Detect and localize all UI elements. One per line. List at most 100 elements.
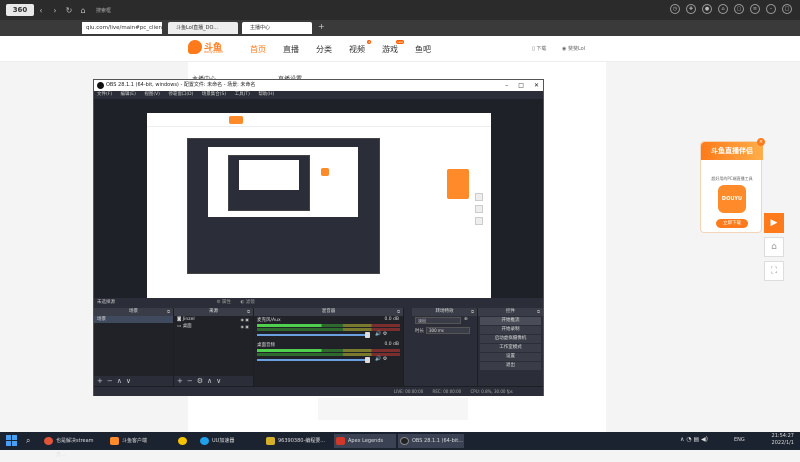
speaker-icon[interactable]: 🔊 <box>375 331 381 337</box>
promo-download-button[interactable]: 立即下载 <box>716 219 748 228</box>
nav-home[interactable]: 首页 <box>250 44 266 55</box>
slider-knob[interactable] <box>365 332 370 338</box>
add-source-icon[interactable]: + <box>177 377 187 385</box>
slider-knob[interactable] <box>365 357 370 363</box>
back-icon[interactable]: ‹ <box>34 6 48 15</box>
tray-icons[interactable]: ∧ ◔ ▤ ◀) <box>680 436 708 443</box>
transition-type-select[interactable]: 淡出 <box>415 317 461 324</box>
taskbar-item-douyu[interactable]: 斗鱼客户端 <box>108 434 168 448</box>
settings-button[interactable]: 设置 <box>480 353 541 361</box>
lock-icon[interactable]: ▣ <box>245 324 249 329</box>
clock[interactable]: 21:54:27 2022/1/1 <box>772 433 794 447</box>
fullscreen-icon[interactable]: ⛶ <box>764 261 784 281</box>
properties-button[interactable]: ⚙ 属性 <box>216 298 230 308</box>
obs-close-icon[interactable]: ✕ <box>534 80 539 91</box>
url-input[interactable]: qiu.com/live/main#pc_client <box>82 22 164 34</box>
nav-live[interactable]: 直播 <box>283 44 299 55</box>
visibility-icon[interactable]: ◉ <box>240 324 244 329</box>
nav-game[interactable]: 游戏 new <box>382 40 404 55</box>
move-down-icon[interactable]: ∨ <box>216 377 225 385</box>
move-down-icon[interactable]: ∨ <box>126 377 135 385</box>
taskbar-item-code[interactable]: 96390380-编程要... <box>264 434 328 448</box>
obs-source-toolbar: 未选择源 ⚙ 属性 ◐ 滤镜 <box>94 298 543 308</box>
douyu-logo[interactable]: 斗鱼 douyu.com <box>188 40 238 56</box>
source-item[interactable]: ▭ 桌面 ◉ ▣ <box>174 323 253 330</box>
nav-category[interactable]: 分类 <box>316 44 332 55</box>
close-icon[interactable]: × <box>757 138 765 146</box>
menu-help[interactable]: 帮助(H) <box>258 92 274 97</box>
add-scene-icon[interactable]: + <box>97 377 107 385</box>
menu-docks[interactable]: 停靠窗口(D) <box>168 92 193 97</box>
scene-item[interactable]: 场景 <box>94 316 173 323</box>
shirt-icon[interactable]: ⌂ <box>718 4 728 14</box>
studio-mode-button[interactable]: 工作室模式 <box>480 344 541 352</box>
input-language[interactable]: ENG <box>734 437 745 443</box>
menu-edit[interactable]: 编辑(E) <box>121 92 136 97</box>
maximize-icon[interactable]: □ <box>782 4 792 14</box>
download-link[interactable]: ▯ 下载 <box>532 45 546 52</box>
sources-list: ◙ Jinzel ◉ ▣ ▭ 桌面 ◉ ▣ <box>174 316 253 376</box>
duration-input[interactable]: 300 ms <box>426 327 470 334</box>
desktop-volume-slider[interactable]: 🔊 ⚙ <box>257 356 400 363</box>
menu-file[interactable]: 文件(F) <box>97 92 112 97</box>
gear-icon[interactable]: ⚙ <box>383 356 387 362</box>
lock-icon[interactable]: ▣ <box>245 317 249 322</box>
tab-douyu-lol[interactable]: 斗鱼Lol直播_DO... <box>168 22 238 34</box>
windows-start-icon[interactable] <box>6 435 17 446</box>
preview-mini-side-2 <box>475 205 483 213</box>
forward-icon[interactable]: › <box>48 6 62 15</box>
dock-float-icon[interactable]: ⧉ <box>167 308 170 316</box>
taskbar-item-uu[interactable]: UU加速器 <box>198 434 258 448</box>
avatar-icon[interactable]: ● <box>702 4 712 14</box>
remove-scene-icon[interactable]: − <box>107 377 117 385</box>
exit-button[interactable]: 退出 <box>480 362 541 370</box>
speaker-icon[interactable]: 🔊 <box>375 356 381 362</box>
obs-maximize-icon[interactable]: □ <box>518 80 524 91</box>
menu-icon[interactable]: ≡ <box>750 4 760 14</box>
menu-tools[interactable]: 工具(T) <box>235 92 250 97</box>
gear-icon[interactable]: ⚙ <box>383 331 387 337</box>
nav-video[interactable]: 视频 4 <box>349 40 371 55</box>
scenes-list: 场景 <box>94 316 173 376</box>
history-icon[interactable]: ◷ <box>670 4 680 14</box>
remove-source-icon[interactable]: − <box>187 377 197 385</box>
obs-minimize-icon[interactable]: – <box>505 80 508 91</box>
move-up-icon[interactable]: ∧ <box>117 377 126 385</box>
menu-scene-collection[interactable]: 场景集合(S) <box>202 92 226 97</box>
obs-preview[interactable] <box>94 99 543 306</box>
start-streaming-button[interactable]: 开始推流 <box>480 317 541 325</box>
dock-float-icon[interactable]: ⧉ <box>247 308 250 316</box>
new-tab-icon[interactable]: + <box>318 22 325 31</box>
user-menu[interactable]: ◉ 斐斐Lol <box>562 45 585 52</box>
virtual-camera-button[interactable]: 启动虚拟摄像机 <box>480 335 541 343</box>
taskbar-item-chrome[interactable]: 也是解决stream方... <box>42 434 102 458</box>
bag-icon[interactable]: ▢ <box>734 4 744 14</box>
home-side-icon[interactable]: ⌂ <box>764 237 784 257</box>
move-up-icon[interactable]: ∧ <box>207 377 216 385</box>
mic-volume-slider[interactable]: 🔊 ⚙ <box>257 331 400 338</box>
tab-anchor-center[interactable]: 主播中心 <box>242 22 312 34</box>
nav-yuba[interactable]: 鱼吧 <box>415 44 431 55</box>
filters-button[interactable]: ◐ 滤镜 <box>240 300 254 305</box>
dock-float-icon[interactable]: ⧉ <box>537 308 540 316</box>
source-settings-icon[interactable]: ⚙ <box>197 377 207 385</box>
visibility-icon[interactable]: ◉ <box>240 317 244 322</box>
menu-view[interactable]: 视图(V) <box>144 92 160 97</box>
add-transition-icon[interactable]: ⊕ <box>464 317 468 322</box>
taskbar-item-app[interactable] <box>176 434 196 448</box>
search-icon[interactable]: ⌕ <box>26 436 30 446</box>
dock-float-icon[interactable]: ⧉ <box>397 308 400 316</box>
source-item[interactable]: ◙ Jinzel ◉ ▣ <box>174 316 253 323</box>
home-icon[interactable]: ⌂ <box>76 6 90 15</box>
dock-float-icon[interactable]: ⧉ <box>471 308 474 316</box>
extension-icon[interactable]: ✚ <box>686 4 696 14</box>
minimize-icon[interactable]: – <box>766 4 776 14</box>
refresh-icon[interactable]: ↻ <box>62 6 76 15</box>
start-recording-button[interactable]: 开始录制 <box>480 326 541 334</box>
play-icon[interactable]: ▶ <box>764 213 784 233</box>
app-icon <box>178 437 187 445</box>
taskbar-item-apex[interactable]: Apex Legends <box>334 434 396 448</box>
preview-mini-side-3 <box>475 217 483 225</box>
address-hint[interactable]: 搜索框 <box>96 7 111 14</box>
taskbar-item-obs[interactable]: OBS 28.1.1 (64-bit... <box>398 434 464 448</box>
